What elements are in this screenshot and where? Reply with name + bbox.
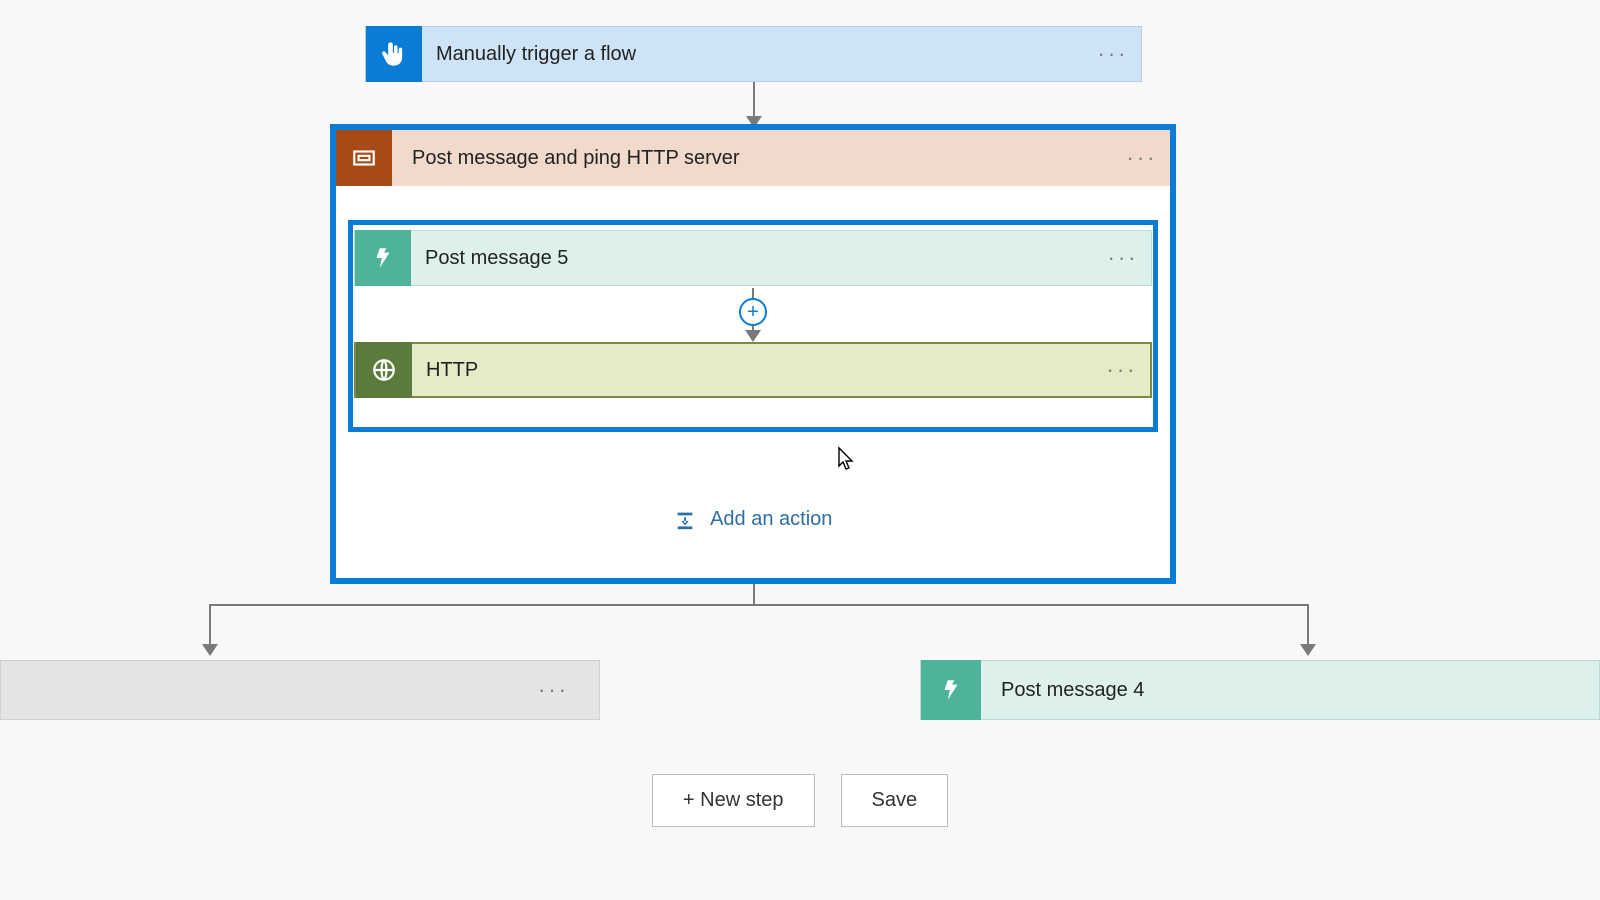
connector-arrow-icon bbox=[1300, 644, 1316, 656]
http-card[interactable]: HTTP ··· bbox=[354, 342, 1152, 398]
connector-line bbox=[209, 604, 211, 648]
connector-line bbox=[1307, 604, 1309, 648]
manual-trigger-icon bbox=[366, 26, 422, 82]
scope-menu-icon[interactable]: ··· bbox=[1114, 145, 1170, 171]
connector-line bbox=[753, 584, 755, 604]
slack-icon bbox=[921, 660, 981, 720]
left-branch-card[interactable]: ··· bbox=[0, 660, 600, 720]
post-message-5-card[interactable]: Post message 5 ··· bbox=[354, 230, 1152, 286]
footer-toolbar: + New step Save bbox=[0, 774, 1600, 827]
scope-icon bbox=[336, 130, 392, 186]
add-action-label: Add an action bbox=[710, 508, 832, 530]
scope-header[interactable]: Post message and ping HTTP server ··· bbox=[336, 130, 1170, 186]
connector-arrow-icon bbox=[745, 330, 761, 342]
post-message-5-title: Post message 5 bbox=[411, 247, 1095, 270]
slack-icon bbox=[355, 230, 411, 286]
post-message-5-menu-icon[interactable]: ··· bbox=[1095, 245, 1151, 271]
insert-action-icon bbox=[674, 509, 696, 531]
trigger-title: Manually trigger a flow bbox=[422, 43, 1085, 66]
connector-arrow-icon bbox=[202, 644, 218, 656]
globe-icon bbox=[356, 342, 412, 398]
scope-title: Post message and ping HTTP server bbox=[392, 147, 1114, 170]
save-button[interactable]: Save bbox=[841, 774, 949, 827]
flow-designer-canvas: Manually trigger a flow ··· Post message… bbox=[0, 0, 1600, 900]
post-message-4-title: Post message 4 bbox=[981, 679, 1144, 702]
add-action-link[interactable]: Add an action bbox=[336, 508, 1170, 531]
trigger-menu-icon[interactable]: ··· bbox=[1085, 41, 1141, 67]
http-menu-icon[interactable]: ··· bbox=[1094, 357, 1150, 383]
connector-line bbox=[209, 604, 1309, 606]
scope-container-selected[interactable]: Post message and ping HTTP server ··· Po… bbox=[330, 124, 1176, 584]
post-message-4-card[interactable]: Post message 4 bbox=[920, 660, 1600, 720]
add-step-plus-button[interactable]: + bbox=[739, 298, 767, 326]
http-title: HTTP bbox=[412, 359, 1094, 382]
new-step-button[interactable]: + New step bbox=[652, 774, 815, 827]
trigger-card[interactable]: Manually trigger a flow ··· bbox=[365, 26, 1142, 82]
left-branch-menu-icon[interactable]: ··· bbox=[538, 677, 569, 703]
